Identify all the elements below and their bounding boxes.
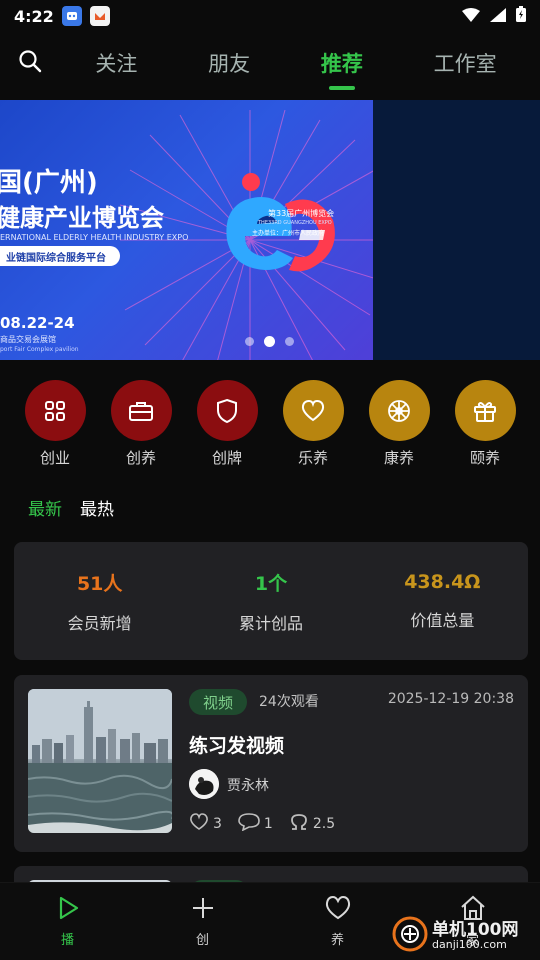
banner-logo-sub: THE33RD GUANGZHOU EXPO [258,220,332,226]
watermark-url: danji100.com [432,938,507,951]
banner-title-line1: 国(广州) [0,168,98,198]
play-icon [55,895,81,925]
tab-following[interactable]: 关注 [91,40,141,86]
video-metrics: 3 1 2.5 [189,813,335,835]
status-bar: 4:22 [0,0,540,32]
battery-icon [516,6,526,26]
author-name[interactable]: 贾永林 [227,775,269,795]
banner-title-line2: 健康产业博览会 [0,204,164,232]
banner-dot-2[interactable] [264,336,275,347]
category-label: 创业 [39,449,70,467]
flower-icon [368,380,430,441]
status-time: 4:22 [14,6,54,26]
banner-slide[interactable]: 第33届广州博览会 THE33RD GUANGZHOU EXPO 主办单位：广州… [0,100,373,360]
search-icon [18,49,42,77]
banner-carousel[interactable]: 第33届广州博览会 THE33RD GUANGZHOU EXPO 主办单位：广州… [0,100,540,360]
top-nav: 关注 朋友 推荐 工作室 [0,38,540,88]
category-label: 创养 [125,449,156,467]
banner-subtitle-en: ERNATIONAL ELDERLY HEALTH INDUSTRY EXPO [0,233,189,242]
search-button[interactable] [0,41,60,85]
signal-icon [490,7,506,26]
heart-outline-icon [324,895,352,925]
tab-hottest[interactable]: 最热 [80,495,114,520]
omega-icon [289,814,309,834]
category-label: 乐养 [297,449,328,467]
watermark: 单机100网 danji100.com [392,916,519,956]
view-count: 24次观看 [259,694,319,710]
category-chuangyang[interactable]: 创养 [101,380,181,468]
category-label: 创牌 [211,449,242,467]
stat-label: 会员新增 [67,613,132,633]
category-label: 康养 [383,449,414,467]
video-type-badge: 视频 [189,689,248,715]
tab-recommended[interactable]: 推荐 [317,40,367,86]
banner-venue-en: port Fair Complex pavilion [0,346,79,353]
nav-label: 养 [330,933,344,948]
feed-tabs: 关注 朋友 推荐 工作室 [60,40,540,86]
watermark-title: 单机100网 [432,920,519,940]
share-metric[interactable]: 2.5 [289,814,335,834]
nav-item-care[interactable]: 养 [270,883,405,960]
app-notification-icon-2 [89,6,110,26]
heart-icon [282,380,344,441]
nav-label: 播 [60,933,74,948]
comment-icon [238,813,260,835]
category-kangyang[interactable]: 康养 [359,380,439,468]
watermark-logo-icon [392,916,428,956]
nav-label: 创 [195,933,209,948]
banner-venue: 商品交易会展馆 [0,335,56,344]
gift-icon [454,380,516,441]
shield-icon [196,380,258,441]
category-yiyang[interactable]: 颐养 [445,380,525,468]
banner-dot-3[interactable] [285,337,294,346]
briefcase-icon [110,380,172,441]
stat-new-members: 51人 会员新增 [14,542,185,660]
like-metric[interactable]: 3 [189,813,222,835]
grid-icon [24,380,86,441]
banner-dot-1[interactable] [245,337,254,346]
heart-outline-icon [189,813,209,835]
tab-latest[interactable]: 最新 [28,495,62,520]
comment-metric[interactable]: 1 [238,813,273,835]
video-thumbnail[interactable] [28,689,172,833]
banner-pagination [245,336,294,347]
nav-item-play[interactable]: 播 [0,883,135,960]
category-label: 颐养 [469,449,500,467]
category-chuangye[interactable]: 创业 [15,380,95,468]
tab-friends[interactable]: 朋友 [204,40,254,86]
category-leyang[interactable]: 乐养 [273,380,353,468]
post-datetime: 2025-12-19 20:38 [387,691,514,707]
like-count: 3 [213,816,222,832]
share-count: 2.5 [312,816,336,832]
nav-item-create[interactable]: 创 [135,883,270,960]
wifi-icon [462,7,480,26]
comment-count: 1 [263,816,273,832]
tab-studio[interactable]: 工作室 [430,40,501,86]
category-chuangpai[interactable]: 创牌 [187,380,267,468]
stat-value: 51人 [76,572,123,595]
banner-organizer: 主办单位：广州市人民政府 [252,230,325,237]
stat-total-value: 438.4Ω 价值总量 [357,542,528,660]
avatar[interactable] [189,769,219,799]
stat-label: 累计创品 [238,613,303,633]
banner-next-slide[interactable] [373,100,540,360]
stat-value: 438.4Ω [404,571,481,593]
stats-card: 51人 会员新增 1个 累计创品 438.4Ω 价值总量 [14,542,528,660]
video-card[interactable]: 视频 24次观看 2025-12-19 20:38 练习发视频 贾永林 3 1 [14,675,528,852]
stat-total-products: 1个 累计创品 [185,542,356,660]
stat-value: 1个 [254,572,288,595]
category-grid: 创业 创养 创牌 乐养 康养 颐养 [0,380,540,468]
app-notification-icon [61,6,82,26]
plus-icon [190,895,216,925]
banner-date: 08.22-24 [0,314,75,332]
video-title[interactable]: 练习发视频 [189,731,284,758]
banner-logo-title: 第33届广州博览会 [268,209,335,218]
banner-pill: 业链国际综合服务平台 [0,246,120,266]
stat-label: 价值总量 [410,611,475,630]
sort-tabs: 最新 最热 [28,495,114,520]
